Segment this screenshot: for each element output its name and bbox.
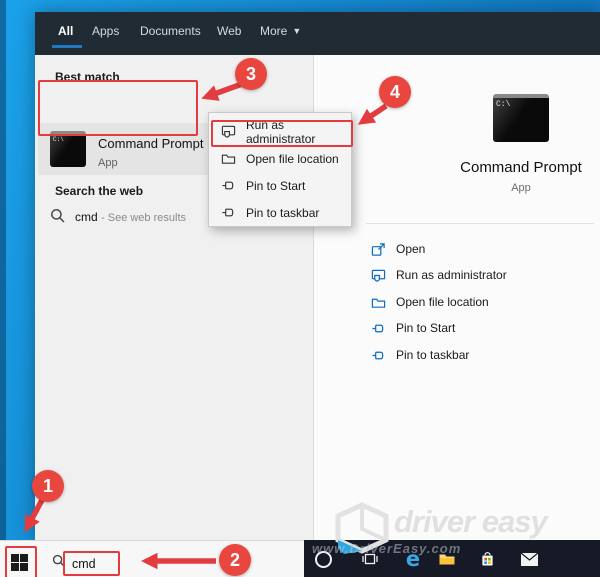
preview-app-title: Command Prompt (411, 159, 600, 176)
taskbar-search-input[interactable]: cmd (72, 557, 96, 571)
action-open[interactable]: Open (371, 236, 425, 262)
desktop-edge (0, 0, 6, 540)
folder-icon (371, 295, 386, 310)
menu-item-open-file-location[interactable]: Open file location (209, 145, 351, 172)
edge-button[interactable]: e (402, 549, 424, 569)
task-view-button[interactable] (359, 549, 381, 569)
tab-documents[interactable]: Documents (140, 22, 201, 40)
mail-icon (520, 552, 539, 567)
action-open-file-location[interactable]: Open file location (371, 289, 489, 315)
menu-item-run-as-admin[interactable]: Run as administrator (209, 118, 351, 145)
open-icon (371, 242, 386, 257)
tab-all[interactable]: All (58, 22, 73, 40)
search-window: All Apps Documents Web More ▼ Best match… (35, 12, 600, 540)
tab-web[interactable]: Web (217, 22, 241, 40)
run-as-admin-icon (221, 124, 236, 139)
task-view-icon (361, 551, 379, 567)
pin-icon (371, 321, 386, 336)
edge-icon: e (406, 549, 420, 570)
taskbar-right: e (304, 540, 600, 577)
chevron-down-icon: ▼ (292, 27, 301, 36)
cortana-button[interactable] (312, 549, 334, 569)
web-result-query: cmd (75, 210, 98, 224)
web-result-row[interactable]: cmd - See web results (75, 210, 186, 224)
pin-icon (221, 205, 236, 220)
action-run-as-admin[interactable]: Run as administrator (371, 262, 507, 288)
best-match-subtitle: App (98, 157, 118, 169)
run-as-admin-icon (371, 268, 386, 283)
preview-panel: C:\ Command Prompt App Open Run as admin… (313, 55, 600, 540)
mail-button[interactable] (518, 549, 540, 569)
action-pin-to-taskbar[interactable]: Pin to taskbar (371, 342, 469, 368)
web-result-hint: - See web results (101, 212, 186, 224)
desktop: All Apps Documents Web More ▼ Best match… (0, 0, 600, 577)
pin-icon (371, 348, 386, 363)
active-tab-underline (52, 45, 82, 48)
file-explorer-button[interactable] (436, 549, 458, 569)
command-prompt-icon: C:\ (50, 131, 86, 167)
taskbar-left: cmd (0, 540, 304, 577)
search-filter-tabs: All Apps Documents Web More ▼ (35, 12, 600, 55)
file-explorer-icon (438, 551, 456, 567)
search-web-header: Search the web (55, 184, 143, 198)
folder-icon (221, 151, 236, 166)
action-pin-to-start[interactable]: Pin to Start (371, 315, 455, 341)
preview-app-subtitle: App (411, 182, 600, 194)
store-button[interactable] (476, 549, 498, 569)
pin-icon (221, 178, 236, 193)
search-icon (50, 208, 66, 224)
app-header: C:\ Command Prompt App (411, 91, 600, 194)
taskbar-search-icon (52, 554, 66, 573)
best-match-title: Command Prompt (98, 136, 203, 151)
tab-more[interactable]: More ▼ (260, 22, 301, 40)
tab-apps[interactable]: Apps (92, 22, 119, 40)
command-prompt-icon-large: C:\ (493, 94, 549, 142)
menu-item-pin-to-taskbar[interactable]: Pin to taskbar (209, 199, 351, 226)
start-button[interactable] (11, 554, 28, 571)
best-match-header: Best match (55, 70, 120, 84)
store-icon (479, 551, 496, 568)
preview-divider (366, 223, 594, 224)
menu-item-pin-to-start[interactable]: Pin to Start (209, 172, 351, 199)
cortana-icon (315, 551, 332, 568)
context-menu: Run as administrator Open file location … (208, 112, 352, 227)
